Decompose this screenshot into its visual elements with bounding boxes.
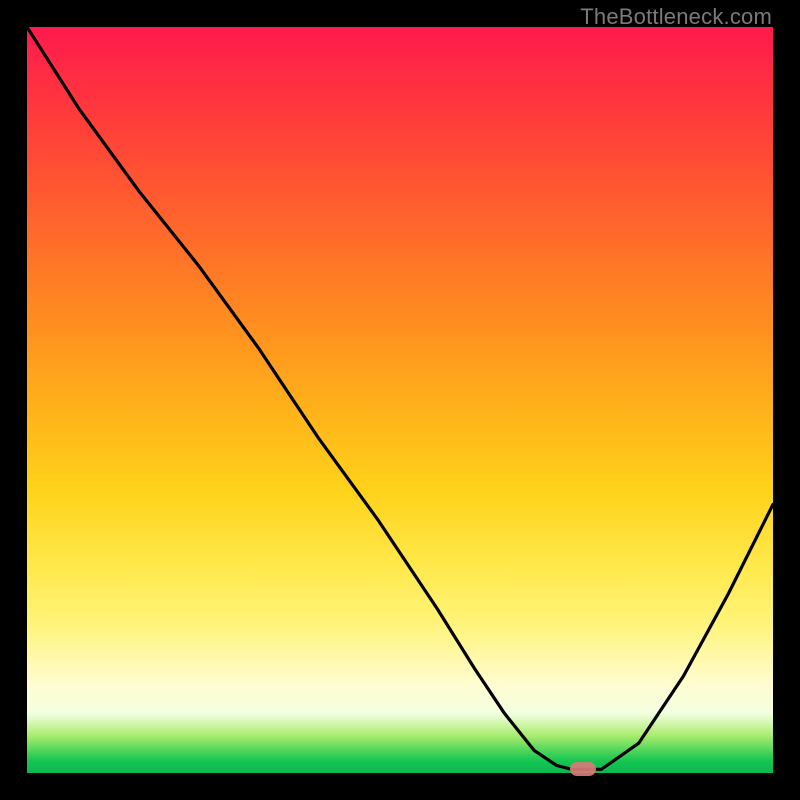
curve-path: [27, 27, 773, 769]
bottleneck-curve: [27, 27, 773, 773]
optimum-marker: [570, 762, 596, 776]
chart-frame: TheBottleneck.com: [0, 0, 800, 800]
watermark-text: TheBottleneck.com: [580, 4, 772, 30]
